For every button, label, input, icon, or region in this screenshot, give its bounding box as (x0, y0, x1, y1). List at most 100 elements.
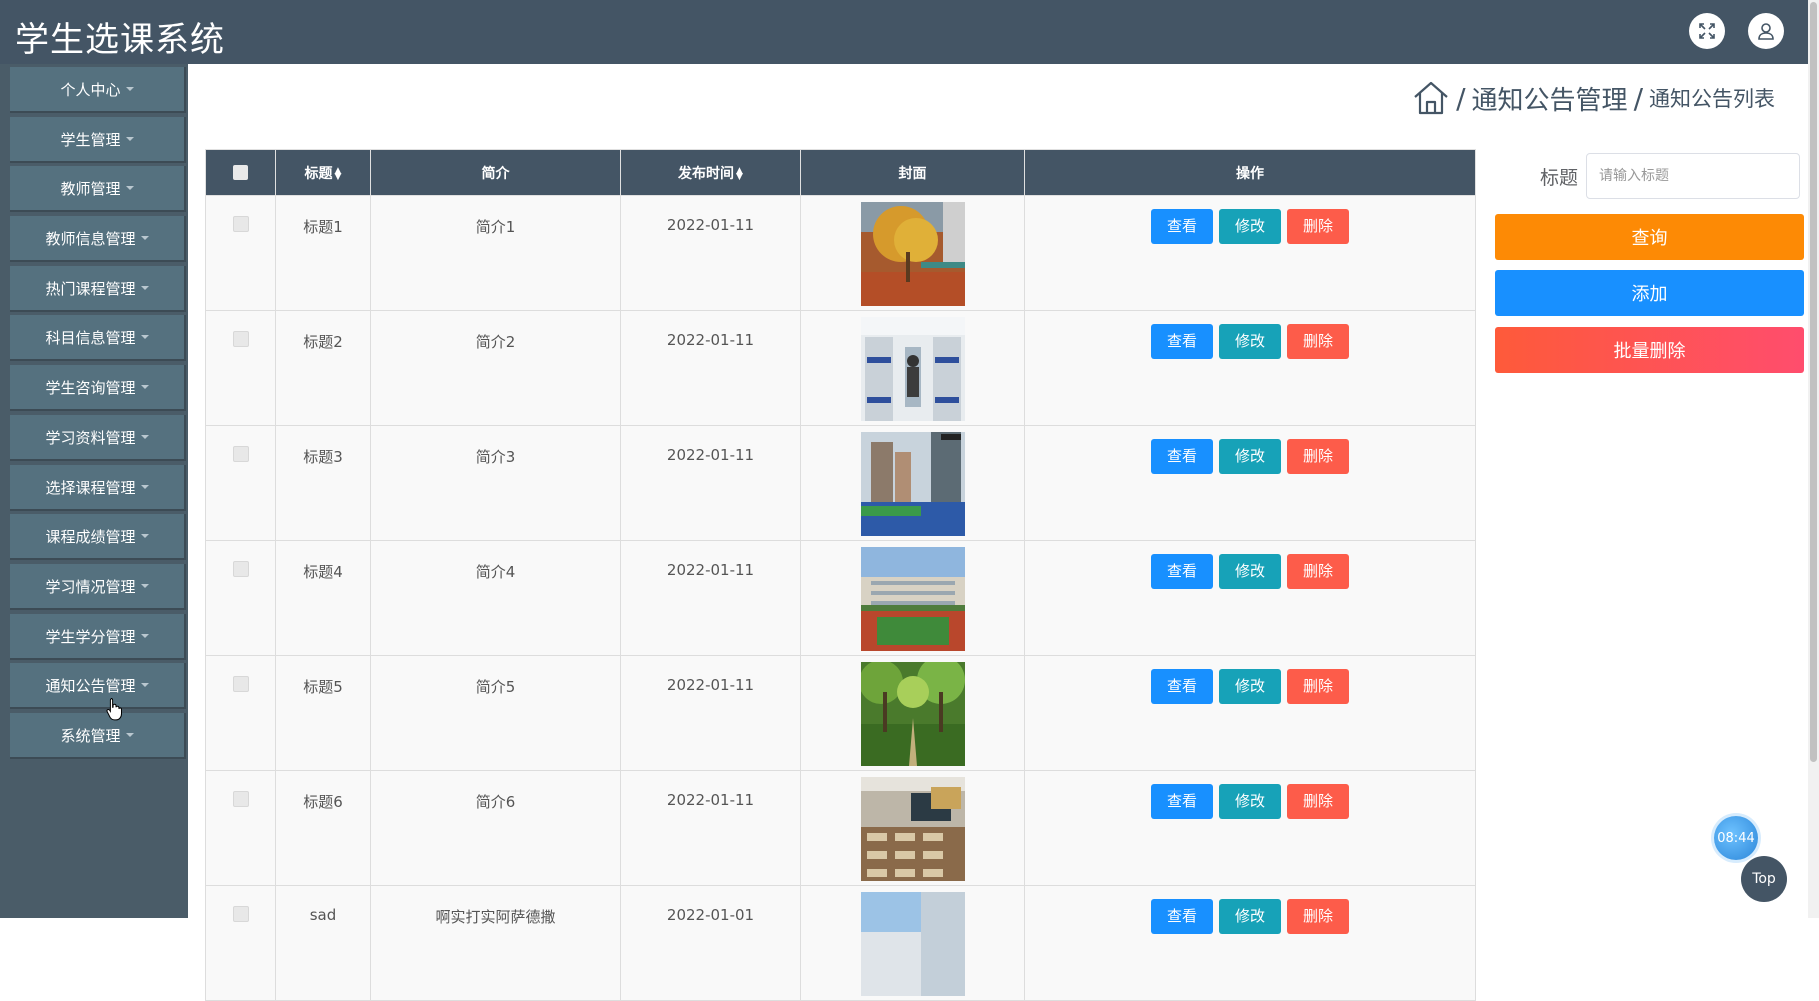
breadcrumb-separator: / (1633, 81, 1643, 115)
sidebar-item-system[interactable]: 系统管理 (10, 713, 186, 759)
edit-button[interactable]: 修改 (1219, 899, 1281, 934)
sidebar-item-label: 系统管理 (60, 726, 121, 745)
page-scrollbar[interactable] (1808, 0, 1819, 918)
intro-text: 简介6 (475, 793, 516, 811)
sidebar-item-label: 通知公告管理 (45, 676, 136, 695)
row-checkbox[interactable] (232, 906, 249, 922)
sidebar-item-subjects[interactable]: 科目信息管理 (10, 315, 186, 361)
time-column-header[interactable]: 发布时间 ▲ ▼ (620, 149, 801, 196)
sidebar-item-materials[interactable]: 学习资料管理 (10, 415, 186, 461)
batch-delete-button[interactable]: 批量删除 (1495, 327, 1804, 373)
time-text: 2022-01-01 (666, 906, 755, 924)
sidebar-item-course-selection[interactable]: 选择课程管理 (10, 465, 186, 511)
sidebar-item-label: 个人中心 (60, 80, 121, 99)
sidebar-item-label: 学生咨询管理 (45, 378, 136, 397)
table-row: 标题6 简介6 2022-01-11 查看 修改 删除 (205, 770, 1476, 886)
delete-button[interactable]: 删除 (1287, 784, 1349, 819)
select-all-header (205, 149, 276, 196)
sort-icon[interactable]: ▲ ▼ (335, 166, 342, 181)
sidebar-item-students[interactable]: 学生管理 (10, 117, 186, 163)
row-checkbox[interactable] (232, 791, 249, 807)
time-cell: 2022-01-11 (620, 195, 801, 311)
title-text: 标题2 (303, 333, 343, 351)
query-button[interactable]: 查询 (1495, 214, 1804, 260)
search-title-label: 标题 (1540, 167, 1579, 189)
delete-button[interactable]: 删除 (1287, 899, 1349, 934)
title-column-header[interactable]: 标题 ▲ ▼ (275, 149, 371, 196)
sidebar-item-notices[interactable]: 通知公告管理 (10, 663, 186, 709)
home-icon[interactable] (1412, 79, 1450, 117)
cover-image (860, 892, 965, 996)
scrollbar-thumb[interactable] (1810, 2, 1817, 762)
sort-icon[interactable]: ▲ ▼ (736, 166, 743, 181)
delete-button[interactable]: 删除 (1287, 324, 1349, 359)
sidebar-item-popular-courses[interactable]: 热门课程管理 (10, 266, 186, 312)
view-button[interactable]: 查看 (1151, 669, 1213, 704)
add-button[interactable]: 添加 (1495, 270, 1804, 316)
sidebar-item-label: 学生管理 (60, 130, 121, 149)
row-checkbox[interactable] (232, 331, 249, 347)
table-row: 标题4 简介4 2022-01-11 查看 修改 删除 (205, 540, 1476, 656)
edit-button[interactable]: 修改 (1219, 439, 1281, 474)
time-text: 2022-01-11 (666, 446, 755, 464)
sidebar-item-credits[interactable]: 学生学分管理 (10, 614, 186, 660)
intro-text: 啊实打实阿萨德撒 (435, 908, 556, 926)
row-checkbox[interactable] (232, 676, 249, 692)
sidebar-item-consultation[interactable]: 学生咨询管理 (10, 365, 186, 411)
table-row: sad 啊实打实阿萨德撒 2022-01-01 查看 修改 删除 (205, 885, 1476, 1001)
view-button[interactable]: 查看 (1151, 899, 1213, 934)
row-checkbox[interactable] (232, 446, 249, 462)
delete-button[interactable]: 删除 (1287, 669, 1349, 704)
time-text: 2022-01-11 (666, 561, 755, 579)
row-checkbox[interactable] (232, 216, 249, 232)
sidebar-item-study-status[interactable]: 学习情况管理 (10, 564, 186, 610)
caret-down-icon (140, 683, 149, 687)
title-cell: 标题3 (275, 425, 371, 541)
view-button[interactable]: 查看 (1151, 554, 1213, 589)
title-cell: 标题5 (275, 655, 371, 771)
sidebar-item-label: 科目信息管理 (45, 328, 136, 347)
edit-button[interactable]: 修改 (1219, 669, 1281, 704)
cover-image (860, 547, 965, 651)
sidebar-item-grades[interactable]: 课程成绩管理 (10, 514, 186, 560)
view-button[interactable]: 查看 (1151, 324, 1213, 359)
sidebar-item-personal[interactable]: 个人中心 (10, 67, 186, 113)
edit-button[interactable]: 修改 (1219, 324, 1281, 359)
edit-button[interactable]: 修改 (1219, 554, 1281, 589)
delete-button[interactable]: 删除 (1287, 209, 1349, 244)
select-all-checkbox[interactable] (233, 165, 248, 180)
edit-button[interactable]: 修改 (1219, 784, 1281, 819)
time-text: 2022-01-11 (666, 216, 755, 234)
time-text: 2022-01-11 (666, 791, 755, 809)
row-select-cell (205, 425, 276, 541)
breadcrumb-level2: 通知公告列表 (1649, 87, 1775, 111)
row-select-cell (205, 655, 276, 771)
fullscreen-icon (1699, 23, 1715, 39)
view-button[interactable]: 查看 (1151, 439, 1213, 474)
actions-cell: 查看 修改 删除 (1024, 540, 1476, 656)
delete-button[interactable]: 删除 (1287, 439, 1349, 474)
fullscreen-button[interactable] (1689, 13, 1725, 49)
actions-cell: 查看 修改 删除 (1024, 770, 1476, 886)
breadcrumb-level1[interactable]: 通知公告管理 (1472, 80, 1628, 117)
title-text: sad (309, 906, 337, 924)
delete-button[interactable]: 删除 (1287, 554, 1349, 589)
intro-column-header: 简介 (370, 149, 621, 196)
intro-cell: 啊实打实阿萨德撒 (370, 885, 621, 1001)
view-button[interactable]: 查看 (1151, 209, 1213, 244)
row-checkbox[interactable] (232, 561, 249, 577)
user-button[interactable] (1748, 13, 1784, 49)
caret-down-icon (140, 335, 149, 339)
view-button[interactable]: 查看 (1151, 784, 1213, 819)
back-to-top-button[interactable]: Top (1741, 856, 1787, 902)
edit-button[interactable]: 修改 (1219, 209, 1281, 244)
cover-cell (800, 770, 1025, 886)
row-select-cell (205, 770, 276, 886)
actions-cell: 查看 修改 删除 (1024, 310, 1476, 426)
sidebar-item-teacher-info[interactable]: 教师信息管理 (10, 216, 186, 262)
search-title-input[interactable] (1586, 153, 1800, 199)
actions-cell: 查看 修改 删除 (1024, 885, 1476, 1001)
cover-cell (800, 425, 1025, 541)
intro-cell: 简介2 (370, 310, 621, 426)
sidebar-item-teachers[interactable]: 教师管理 (10, 166, 186, 212)
